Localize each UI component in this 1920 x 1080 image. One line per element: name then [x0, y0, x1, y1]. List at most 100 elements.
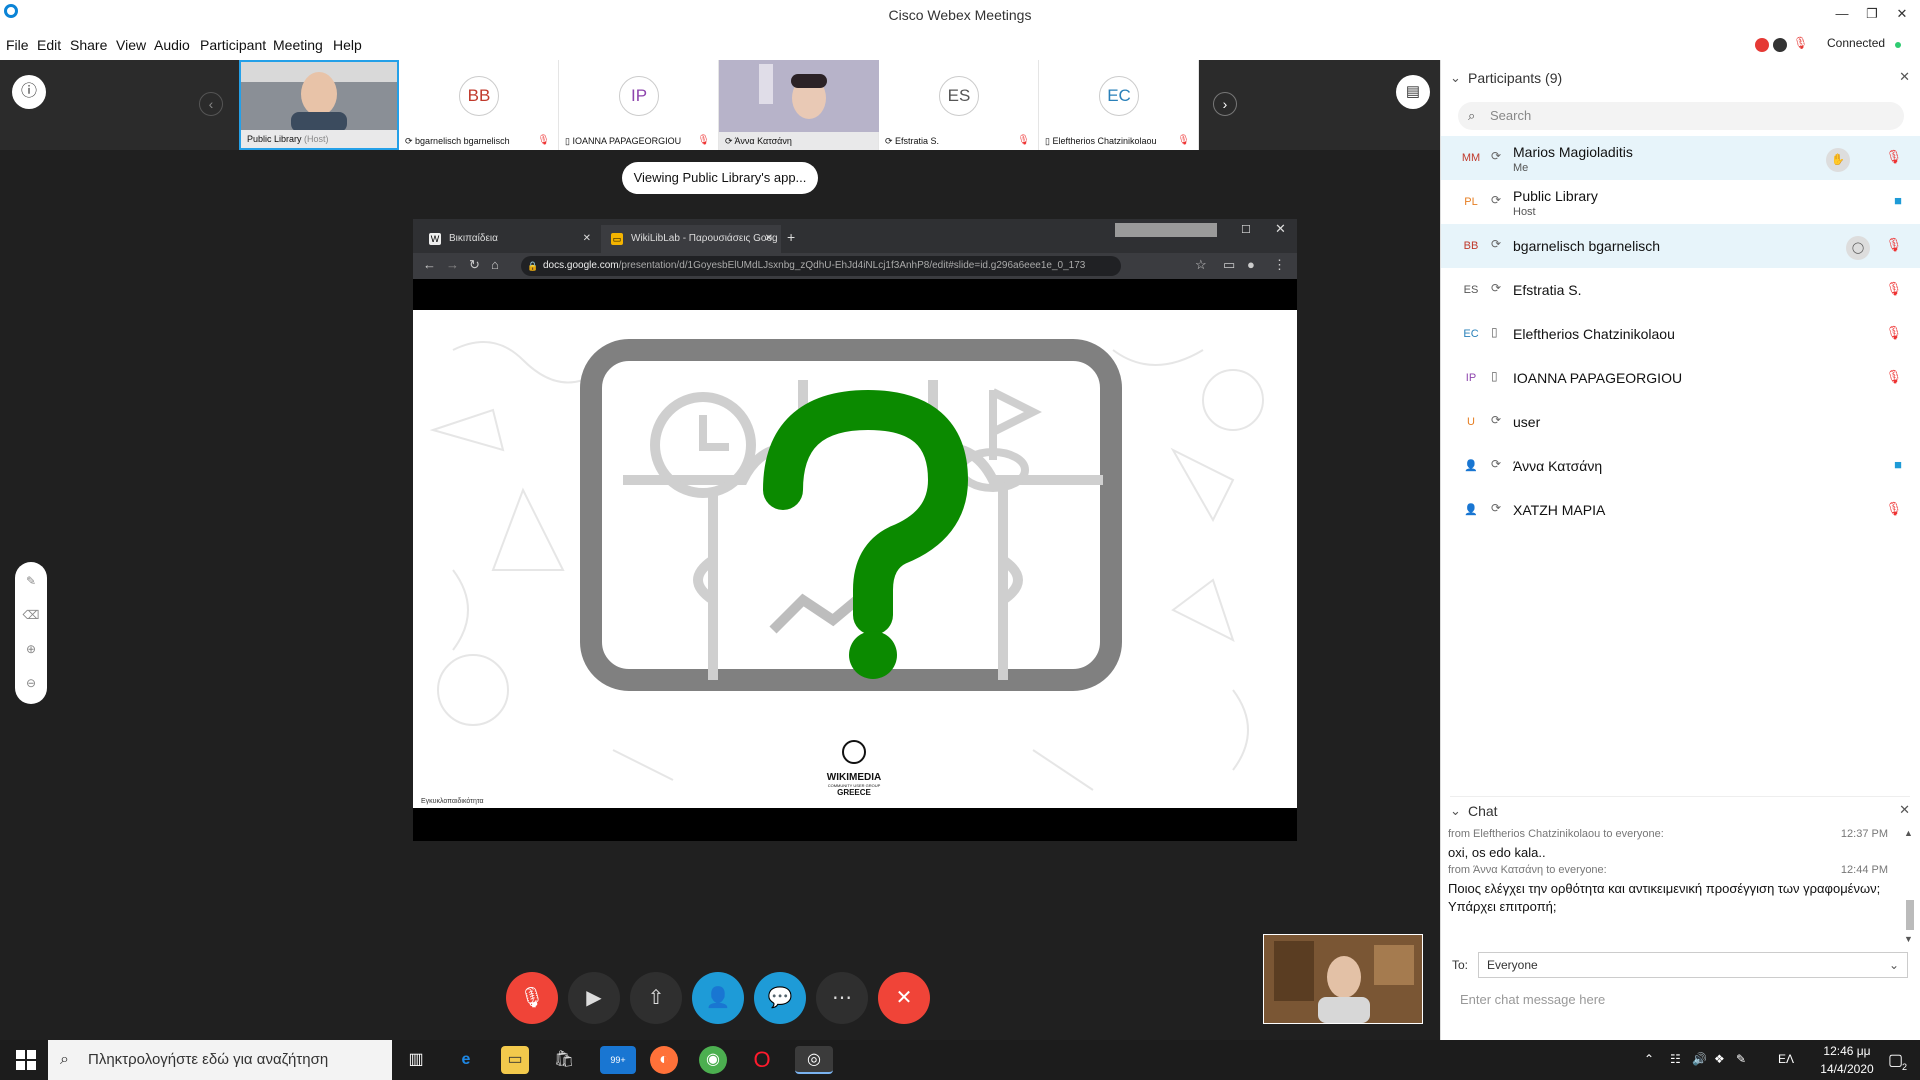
volume-icon[interactable]: 🔊 — [1692, 1052, 1707, 1066]
zoom-out-icon[interactable]: ⊖ — [15, 676, 47, 690]
eraser-icon[interactable]: ⌫ — [15, 608, 47, 622]
back-icon[interactable]: ← — [423, 257, 436, 272]
strip-next-button[interactable]: › — [1213, 92, 1237, 116]
show-hidden-icons[interactable]: ⌃ — [1644, 1052, 1654, 1066]
menu-view[interactable]: View — [116, 37, 146, 53]
network-icon[interactable]: ☷ — [1670, 1052, 1681, 1066]
url-field[interactable]: 🔒 docs.google.com/presentation/d/1Goyesb… — [521, 256, 1121, 276]
menu-audio[interactable]: Audio — [154, 37, 190, 53]
chat-button[interactable]: 💬 — [754, 972, 806, 1024]
recording-icon[interactable] — [1755, 38, 1769, 52]
participant-row[interactable]: PL ⟳ Public Library Host ■ — [1441, 180, 1920, 224]
video-tile-bgarnelisch[interactable]: BB ⟳ bgarnelisch bgarnelisch 🎙 — [399, 60, 559, 150]
new-tab-button[interactable]: + — [787, 229, 795, 245]
info-icon[interactable]: ⓘ — [12, 75, 46, 109]
mute-button[interactable]: 🎙 — [506, 972, 558, 1024]
participant-search-input[interactable]: ⌕ Search — [1458, 102, 1904, 130]
video-camera-icon[interactable]: ■ — [1894, 457, 1902, 472]
collapse-chevron-icon[interactable]: ⌄ — [1450, 70, 1461, 86]
participant-row[interactable]: IP ▯ IOANNA PAPAGEORGIOU 🎙 — [1441, 356, 1920, 400]
menu-file[interactable]: File — [6, 37, 29, 53]
security-icon[interactable] — [1773, 38, 1787, 52]
notifications-icon[interactable]: ▢ — [1888, 1050, 1903, 1070]
layout-icon[interactable]: ▤ — [1396, 75, 1430, 109]
mail-icon[interactable]: 99+ — [600, 1046, 636, 1074]
participant-row[interactable]: U ⟳ user — [1441, 400, 1920, 444]
video-button[interactable]: ▶ — [568, 972, 620, 1024]
chat-message-input[interactable]: Enter chat message here — [1460, 992, 1900, 1016]
collapse-chevron-icon[interactable]: ⌄ — [1450, 803, 1461, 819]
video-tile-efstratia[interactable]: ES ⟳ Efstratia S. 🎙 — [879, 60, 1039, 150]
raise-hand-icon[interactable]: ✋ — [1826, 148, 1850, 172]
video-camera-icon[interactable]: ■ — [1894, 193, 1902, 208]
firefox-icon[interactable]: ◐ — [650, 1046, 678, 1074]
mic-muted-icon[interactable]: 🎙 — [1885, 237, 1902, 253]
cast-icon[interactable]: ▭ — [1223, 257, 1235, 273]
headset-icon: ⟳ — [1491, 281, 1502, 295]
pen-icon[interactable]: ✎ — [1736, 1052, 1746, 1066]
minimize-button[interactable]: — — [1832, 4, 1852, 24]
dropbox-icon[interactable]: ❖ — [1714, 1052, 1725, 1066]
participant-row[interactable]: MM ⟳ Marios Magioladitis Me ✋ 🎙 — [1441, 136, 1920, 180]
taskbar-search-input[interactable]: ⌕ Πληκτρολογήστε εδώ για αναζήτηση — [48, 1040, 392, 1080]
restore-button[interactable]: ❐ — [1862, 4, 1882, 24]
video-tile-ioanna[interactable]: IP ▯ IOANNA PAPAGEORGIOU 🎙 — [559, 60, 719, 150]
edge-icon[interactable]: e — [452, 1046, 480, 1074]
mic-muted-icon[interactable]: 🎙 — [1885, 149, 1902, 165]
participant-row[interactable]: BB ⟳ bgarnelisch bgarnelisch ◯ 🎙 — [1441, 224, 1920, 268]
participant-row[interactable]: ES ⟳ Efstratia S. 🎙 — [1441, 268, 1920, 312]
file-explorer-icon[interactable]: ▭ — [501, 1046, 529, 1074]
tile-caption: ▯ Eleftherios Chatzinikolaou 🎙 — [1039, 132, 1198, 150]
participant-row[interactable]: 👤 ⟳ ΧΑΤΖΗ ΜΑΡΙΑ 🎙 — [1441, 488, 1920, 532]
chat-scrollbar[interactable]: ▲ ▼ — [1904, 828, 1916, 946]
annotate-icon[interactable]: ✎ — [15, 574, 47, 588]
chat-bubble-icon[interactable]: ◯ — [1846, 236, 1870, 260]
share-button[interactable]: ⇧ — [630, 972, 682, 1024]
browser-tab-wikipedia[interactable]: W Βικιπαίδεια ✕ — [419, 225, 599, 253]
menu-participant[interactable]: Participant — [200, 37, 266, 53]
close-chat-icon[interactable]: ✕ — [1899, 802, 1910, 818]
mic-muted-icon[interactable]: 🎙 — [1885, 501, 1902, 517]
close-window-button[interactable]: ✕ — [1892, 4, 1912, 24]
mic-muted-icon[interactable]: 🎙 — [1885, 325, 1902, 341]
store-icon[interactable]: 🛍 — [550, 1046, 578, 1074]
task-view-icon[interactable]: ▥ — [402, 1046, 430, 1074]
more-options-button[interactable]: ⋯ — [816, 972, 868, 1024]
opera-icon[interactable]: O — [748, 1046, 776, 1074]
clock-date[interactable]: 14/4/2020 — [1812, 1062, 1882, 1076]
browser-menu-icon[interactable]: ⋮ — [1273, 257, 1286, 273]
menu-help[interactable]: Help — [333, 37, 362, 53]
bookmark-star-icon[interactable]: ☆ — [1195, 257, 1207, 273]
browser-close-button[interactable]: ✕ — [1275, 221, 1286, 237]
zoom-in-icon[interactable]: ⊕ — [15, 642, 47, 656]
reload-icon[interactable]: ↻ — [469, 257, 480, 273]
self-view-video[interactable] — [1263, 934, 1423, 1024]
browser-maximize-button[interactable]: ☐ — [1241, 223, 1251, 236]
menu-edit[interactable]: Edit — [37, 37, 61, 53]
video-tile-public-library[interactable]: Public Library (Host) — [239, 60, 399, 150]
input-language[interactable]: ΕΛ — [1778, 1052, 1794, 1066]
video-tile-anna[interactable]: ⟳ Άννα Κατσάνη — [719, 60, 879, 150]
mic-muted-icon[interactable]: 🎙 — [1885, 369, 1902, 385]
strip-prev-button[interactable]: ‹ — [199, 92, 223, 116]
participant-row[interactable]: 👤 ⟳ Άννα Κατσάνη ■ — [1441, 444, 1920, 488]
clock-time[interactable]: 12:46 μμ — [1812, 1044, 1882, 1058]
home-icon[interactable]: ⌂ — [491, 257, 499, 272]
webex-taskbar-icon[interactable]: ◎ — [795, 1046, 833, 1074]
chrome-icon[interactable]: ◉ — [699, 1046, 727, 1074]
profile-icon[interactable]: ● — [1247, 257, 1255, 272]
menu-share[interactable]: Share — [70, 37, 107, 53]
mic-muted-icon[interactable]: 🎙 — [1885, 281, 1902, 297]
video-tile-eleftherios[interactable]: EC ▯ Eleftherios Chatzinikolaou 🎙 — [1039, 60, 1199, 150]
chat-recipient-select[interactable]: Everyone ⌄ — [1478, 952, 1908, 978]
participants-button[interactable]: 👤 — [692, 972, 744, 1024]
browser-tab-slides[interactable]: ▭ WikiLibLab - Παρουσιάσεις Goog ✕ — [601, 225, 781, 253]
participant-row[interactable]: EC ▯ Eleftherios Chatzinikolaou 🎙 — [1441, 312, 1920, 356]
close-participants-icon[interactable]: ✕ — [1899, 69, 1910, 85]
forward-icon[interactable]: → — [446, 257, 459, 272]
viewing-indicator[interactable]: Viewing Public Library's app... — [622, 162, 818, 194]
leave-meeting-button[interactable]: ✕ — [878, 972, 930, 1024]
status-area: 🎙 Connected — [1755, 34, 1920, 54]
menu-meeting[interactable]: Meeting — [273, 37, 323, 53]
windows-start-icon[interactable] — [14, 1048, 38, 1072]
